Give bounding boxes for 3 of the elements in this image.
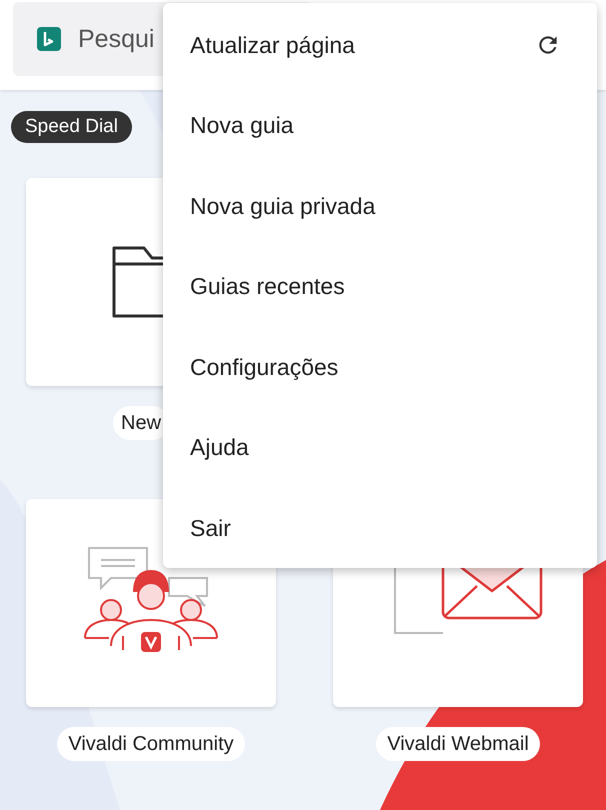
tile-label: Vivaldi Community (57, 727, 245, 761)
section-label: Speed Dial (11, 111, 132, 143)
tile-label: Vivaldi Webmail (376, 727, 540, 761)
